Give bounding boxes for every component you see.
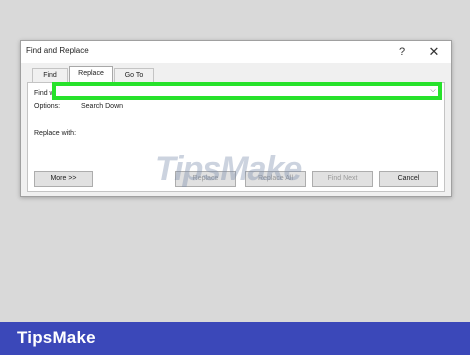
cancel-button[interactable]: Cancel — [379, 171, 438, 187]
dialog-titlebar: Find and Replace ? ✕ — [21, 41, 451, 63]
brand-name: TipsMake — [17, 328, 96, 347]
find-next-button[interactable]: Find Next — [312, 171, 373, 187]
replace-with-field[interactable]: ⌵ — [56, 86, 438, 96]
replace-with-highlight: ⌵ — [52, 82, 442, 100]
brand-banner: TipsMake — [0, 322, 470, 355]
screen-background: Find and Replace ? ✕ Find Replace Go To … — [0, 0, 470, 322]
tab-go-to[interactable]: Go To — [114, 68, 154, 83]
tab-strip: Find Replace Go To — [21, 66, 451, 83]
watermark-logo: TipsMake — [155, 150, 302, 188]
tab-find[interactable]: Find — [32, 68, 68, 83]
options-value: Search Down — [81, 103, 124, 110]
dialog-title: Find and Replace — [26, 46, 89, 55]
tab-replace[interactable]: Replace — [69, 66, 113, 83]
replace-dropdown-icon[interactable]: ⌵ — [428, 86, 438, 96]
options-label: Options: — [34, 103, 61, 110]
replace-with-label: Replace with: — [34, 130, 77, 137]
close-button[interactable]: ✕ — [425, 43, 443, 61]
help-button[interactable]: ? — [393, 43, 411, 61]
more-button[interactable]: More >> — [34, 171, 93, 187]
